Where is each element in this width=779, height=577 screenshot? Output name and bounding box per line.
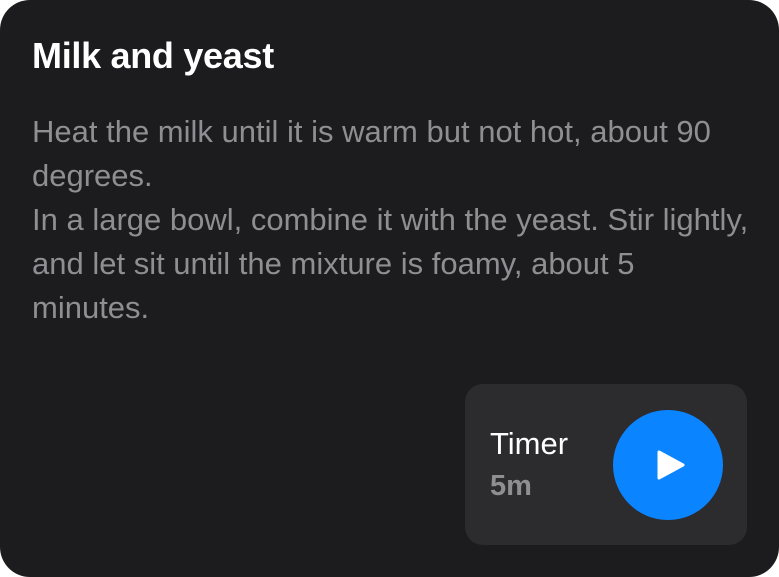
- instruction-line: In a large bowl, combine it with the yea…: [32, 202, 749, 325]
- step-title: Milk and yeast: [32, 35, 274, 76]
- step-instructions: Heat the milk until it is warm but not h…: [32, 110, 752, 330]
- play-icon: [657, 450, 685, 480]
- timer-label: Timer: [490, 426, 569, 461]
- instruction-line: Heat the milk until it is warm but not h…: [32, 114, 711, 193]
- timer-panel: Timer 5m: [465, 384, 747, 545]
- start-timer-button[interactable]: [613, 410, 723, 520]
- step-card: Milk and yeast Heat the milk until it is…: [0, 0, 779, 577]
- timer-duration: 5m: [490, 470, 532, 502]
